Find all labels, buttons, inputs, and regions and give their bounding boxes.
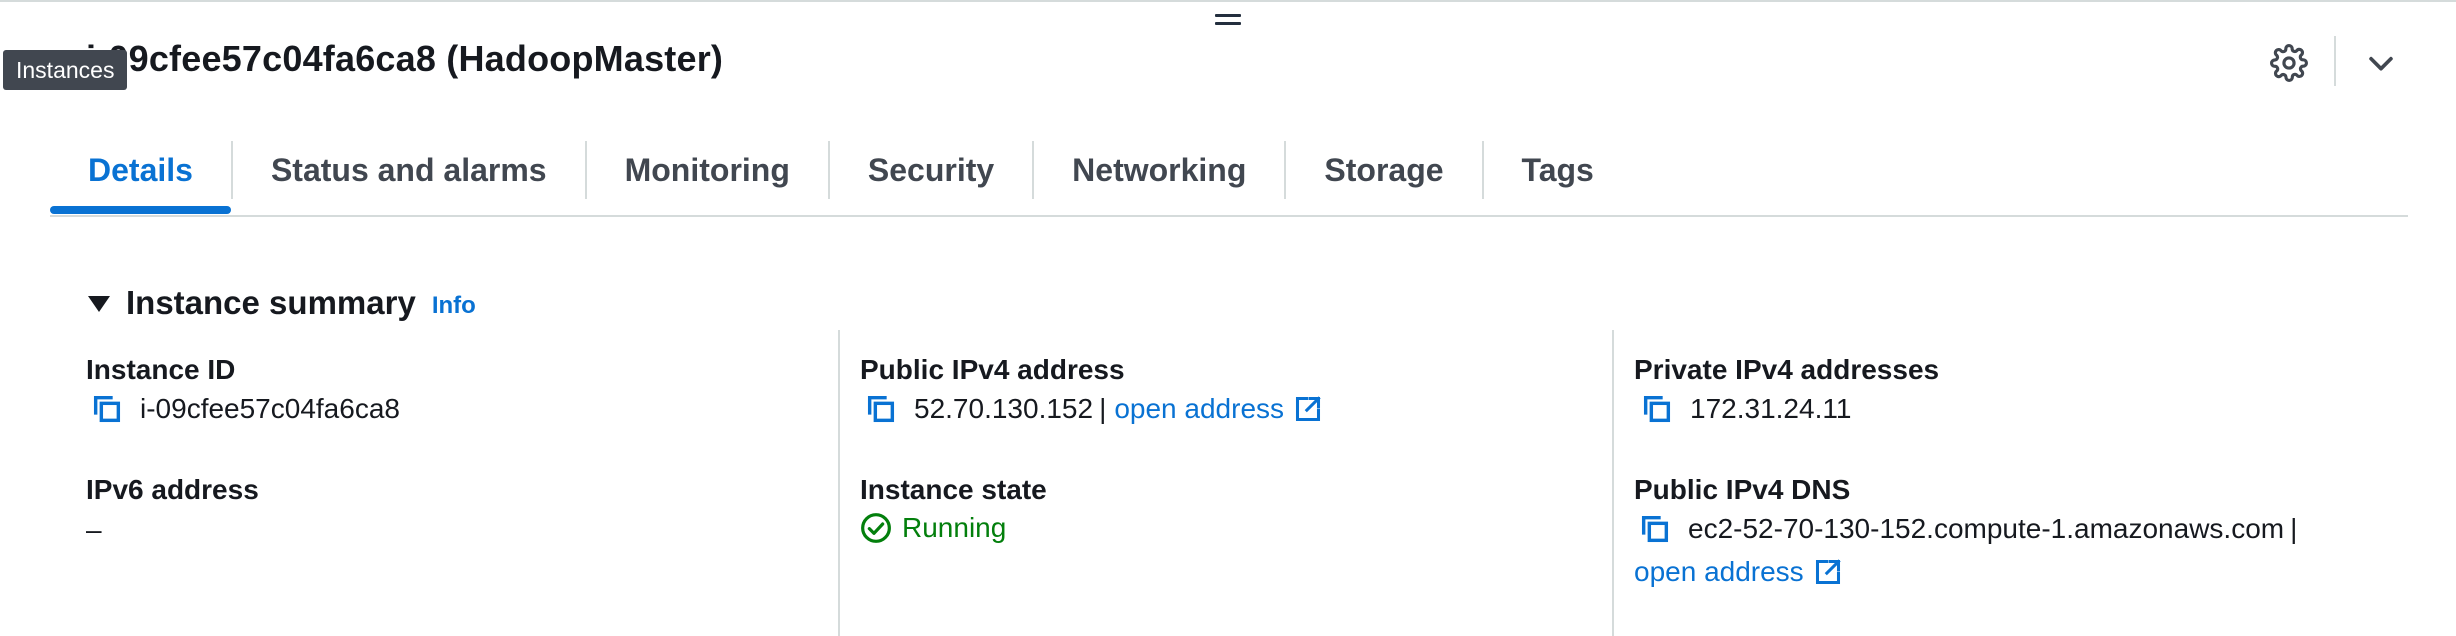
copy-icon[interactable]: [864, 392, 898, 426]
public-ipv4-dns-value-row: ec2-52-70-130-152.compute-1.amazonaws.co…: [1638, 512, 2305, 546]
instance-id-value-row: i-09cfee57c04fa6ca8: [90, 392, 400, 426]
check-circle-icon: [861, 513, 891, 543]
private-ipv4-label: Private IPv4 addresses: [1634, 354, 1940, 385]
instance-details-panel: i-09cfee57c04fa6ca8 (HadoopMaster) Insta…: [0, 0, 2456, 636]
private-ipv4-value-row: 172.31.24.11: [1640, 392, 1851, 426]
public-ipv4-dns-label: Public IPv4 DNS: [1634, 474, 1851, 505]
tab-bar: Details Status and alarms Monitoring Sec…: [50, 136, 1632, 216]
ipv6-address-label: IPv6 address: [86, 474, 259, 505]
open-address-link[interactable]: open address: [1114, 393, 1284, 425]
public-dns-open-address-row: open address: [1634, 556, 1842, 588]
public-ipv4-dns-value: ec2-52-70-130-152.compute-1.amazonaws.co…: [1688, 513, 2285, 544]
instance-state-label: Instance state: [860, 474, 1047, 505]
tab-monitoring[interactable]: Monitoring: [587, 136, 828, 204]
resize-handle-icon[interactable]: [1215, 12, 1241, 26]
copy-icon[interactable]: [90, 392, 124, 426]
column-divider: [1612, 330, 1614, 636]
tab-tags[interactable]: Tags: [1484, 136, 1632, 204]
ipv6-address-value: –: [86, 514, 102, 545]
external-link-icon[interactable]: [1814, 558, 1842, 586]
instance-summary-header: Instance summary Info: [88, 284, 476, 322]
instance-state-value: Running: [902, 512, 1007, 543]
tab-details[interactable]: Details: [50, 136, 231, 214]
external-link-icon[interactable]: [1294, 395, 1322, 423]
tab-networking[interactable]: Networking: [1034, 136, 1284, 204]
open-address-link[interactable]: open address: [1634, 556, 1804, 588]
gear-icon[interactable]: [2270, 44, 2308, 82]
copy-icon[interactable]: [1640, 392, 1674, 426]
private-ipv4-value: 172.31.24.11: [1690, 393, 1852, 424]
instance-state-value-row: Running: [860, 512, 1006, 544]
tab-status-and-alarms[interactable]: Status and alarms: [233, 136, 585, 204]
tab-security[interactable]: Security: [830, 136, 1032, 204]
public-ipv4-label: Public IPv4 address: [860, 354, 1125, 385]
instance-id-label: Instance ID: [86, 354, 236, 385]
info-link[interactable]: Info: [432, 292, 476, 320]
tab-bar-underline: [50, 215, 2408, 217]
breadcrumb-tooltip: Instances: [3, 50, 128, 90]
public-ipv4-value: 52.70.130.152: [914, 393, 1094, 424]
instance-id-value: i-09cfee57c04fa6ca8: [140, 393, 400, 424]
page-title: i-09cfee57c04fa6ca8 (HadoopMaster): [86, 38, 724, 79]
public-ipv4-value-row: 52.70.130.152 | open address: [864, 392, 1322, 426]
separator: |: [2290, 513, 2298, 544]
tab-storage[interactable]: Storage: [1286, 136, 1481, 204]
separator: |: [1099, 393, 1107, 424]
column-divider: [838, 330, 840, 636]
header-divider: [2334, 36, 2336, 86]
chevron-down-icon[interactable]: [2364, 46, 2398, 80]
section-title: Instance summary: [126, 284, 416, 321]
collapse-caret-icon[interactable]: [88, 296, 110, 312]
panel-top-border: [0, 0, 2456, 2]
copy-icon[interactable]: [1638, 512, 1672, 546]
